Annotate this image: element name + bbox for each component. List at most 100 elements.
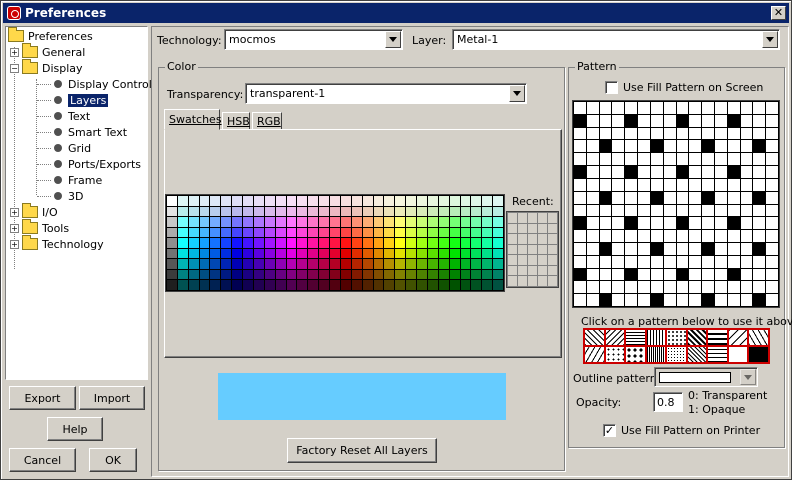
pattern-preset[interactable]: [584, 329, 605, 346]
color-swatch[interactable]: [232, 238, 243, 248]
color-swatch[interactable]: [384, 217, 395, 227]
pattern-cell[interactable]: [625, 217, 638, 230]
pattern-cell[interactable]: [663, 255, 676, 268]
recent-swatch[interactable]: [518, 276, 527, 286]
pattern-cell[interactable]: [676, 153, 689, 166]
color-swatch[interactable]: [297, 217, 308, 227]
pattern-cell[interactable]: [714, 191, 727, 204]
pattern-cell[interactable]: [689, 294, 702, 306]
color-swatch[interactable]: [362, 206, 373, 217]
tree-item-tools[interactable]: + Tools: [10, 219, 69, 236]
color-swatch[interactable]: [362, 259, 373, 269]
color-swatch[interactable]: [243, 227, 253, 238]
color-swatch[interactable]: [286, 196, 297, 206]
color-swatch[interactable]: [493, 280, 503, 290]
color-swatch[interactable]: [449, 238, 460, 248]
pattern-cell[interactable]: [766, 114, 778, 127]
color-swatch[interactable]: [308, 196, 319, 206]
pattern-cell[interactable]: [676, 230, 689, 242]
pattern-cell[interactable]: [650, 230, 663, 242]
pattern-cell[interactable]: [689, 268, 702, 281]
color-swatch[interactable]: [167, 206, 177, 217]
color-swatch[interactable]: [417, 259, 427, 269]
color-swatch[interactable]: [373, 280, 384, 290]
pattern-cell[interactable]: [663, 191, 676, 204]
pattern-cell[interactable]: [612, 230, 625, 242]
expand-icon[interactable]: +: [10, 207, 19, 217]
pattern-cell[interactable]: [574, 268, 586, 281]
pattern-cell[interactable]: [663, 242, 676, 255]
pattern-cell[interactable]: [689, 166, 702, 178]
color-swatch[interactable]: [395, 196, 406, 206]
pattern-cell[interactable]: [714, 114, 727, 127]
pattern-cell[interactable]: [740, 294, 753, 306]
pattern-cell[interactable]: [766, 127, 778, 140]
pattern-cell[interactable]: [676, 140, 689, 153]
pattern-cell[interactable]: [586, 230, 599, 242]
color-swatch[interactable]: [286, 227, 297, 238]
pattern-cell[interactable]: [753, 178, 766, 191]
pattern-cell[interactable]: [689, 204, 702, 217]
pattern-cell[interactable]: [663, 178, 676, 191]
pattern-cell[interactable]: [714, 127, 727, 140]
pattern-cell[interactable]: [753, 114, 766, 127]
recent-swatch[interactable]: [548, 213, 557, 223]
color-swatch[interactable]: [210, 196, 221, 206]
color-swatch[interactable]: [167, 196, 177, 206]
color-swatch[interactable]: [221, 238, 232, 248]
color-swatch[interactable]: [406, 280, 417, 290]
pattern-cell[interactable]: [663, 114, 676, 127]
pattern-cell[interactable]: [740, 178, 753, 191]
pattern-cell[interactable]: [753, 191, 766, 204]
pattern-cell[interactable]: [574, 140, 586, 153]
pattern-cell[interactable]: [650, 268, 663, 281]
pattern-preset[interactable]: [748, 329, 769, 346]
color-swatch[interactable]: [319, 269, 330, 280]
pattern-cell[interactable]: [727, 102, 740, 114]
pattern-cell[interactable]: [740, 102, 753, 114]
pattern-cell[interactable]: [753, 204, 766, 217]
preferences-tree[interactable]: Preferences + General − Display Display …: [5, 26, 152, 380]
color-swatch[interactable]: [275, 238, 286, 248]
pattern-cell[interactable]: [766, 140, 778, 153]
color-swatch[interactable]: [243, 259, 253, 269]
color-swatch[interactable]: [493, 269, 503, 280]
recent-swatch[interactable]: [518, 234, 527, 244]
pattern-cell[interactable]: [612, 204, 625, 217]
chevron-down-icon[interactable]: [385, 31, 401, 48]
pattern-cell[interactable]: [727, 114, 740, 127]
tree-item-io[interactable]: + I/O: [10, 203, 58, 220]
color-swatch[interactable]: [351, 217, 362, 227]
pattern-preset[interactable]: [604, 329, 626, 346]
pattern-cell[interactable]: [650, 242, 663, 255]
pattern-cell[interactable]: [599, 230, 612, 242]
recent-swatch[interactable]: [528, 255, 537, 265]
outline-pattern-select[interactable]: [654, 367, 758, 387]
color-swatch[interactable]: [493, 248, 503, 259]
color-swatch[interactable]: [232, 259, 243, 269]
color-swatch[interactable]: [427, 280, 438, 290]
pattern-cell[interactable]: [766, 294, 778, 306]
color-swatch[interactable]: [395, 259, 406, 269]
pattern-cell[interactable]: [753, 102, 766, 114]
pattern-preset[interactable]: [727, 329, 749, 346]
pattern-cell[interactable]: [740, 153, 753, 166]
color-swatch[interactable]: [340, 259, 351, 269]
pattern-cell[interactable]: [714, 204, 727, 217]
color-swatch[interactable]: [373, 227, 384, 238]
pattern-cell[interactable]: [586, 281, 599, 294]
color-swatch[interactable]: [210, 269, 221, 280]
color-swatch[interactable]: [438, 217, 449, 227]
checkbox-icon[interactable]: [605, 81, 618, 94]
color-swatch[interactable]: [438, 259, 449, 269]
recent-swatch[interactable]: [548, 234, 557, 244]
color-swatch[interactable]: [493, 259, 503, 269]
color-swatch[interactable]: [471, 217, 482, 227]
pattern-cell[interactable]: [714, 166, 727, 178]
color-swatch[interactable]: [253, 196, 264, 206]
pattern-cell[interactable]: [650, 127, 663, 140]
expand-icon[interactable]: +: [10, 223, 19, 233]
color-swatch[interactable]: [460, 227, 471, 238]
color-swatch[interactable]: [210, 217, 221, 227]
recent-swatch[interactable]: [508, 255, 517, 265]
